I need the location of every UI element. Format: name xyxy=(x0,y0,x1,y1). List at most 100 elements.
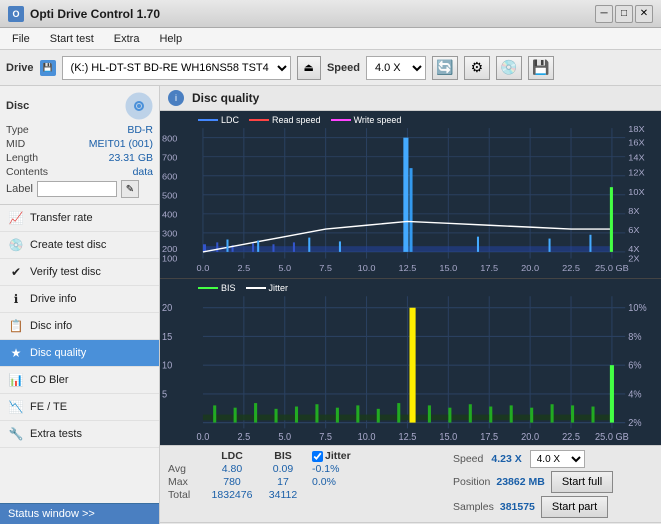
ldc-avg: 4.80 xyxy=(206,463,258,475)
save-button[interactable]: 💾 xyxy=(528,56,554,80)
svg-text:8X: 8X xyxy=(628,206,639,216)
svg-text:2.5: 2.5 xyxy=(237,431,250,443)
avg-label: Avg xyxy=(168,463,206,475)
sidebar-label-fe-te: FE / TE xyxy=(30,401,67,413)
disc-button[interactable]: 💿 xyxy=(496,56,522,80)
svg-text:5.0: 5.0 xyxy=(278,263,291,273)
type-label: Type xyxy=(6,124,29,136)
sidebar-item-cd-bler[interactable]: 📊 CD Bler xyxy=(0,367,159,394)
svg-text:20: 20 xyxy=(162,302,173,314)
verify-test-disc-icon: ✔ xyxy=(8,264,24,280)
stats-panel: LDC BIS Jitter Avg 4.80 0.09 -0.1% xyxy=(160,445,661,522)
sidebar-item-disc-quality[interactable]: ★ Disc quality xyxy=(0,340,159,367)
contents-value: data xyxy=(133,166,153,178)
svg-text:5.0: 5.0 xyxy=(278,431,291,443)
transfer-rate-icon: 📈 xyxy=(8,210,24,226)
sidebar-item-create-test-disc[interactable]: 💿 Create test disc xyxy=(0,232,159,259)
chart-title: Disc quality xyxy=(192,91,259,105)
bis-header: BIS xyxy=(258,450,308,462)
svg-text:2.5: 2.5 xyxy=(237,263,250,273)
jitter-header: Jitter xyxy=(325,450,351,462)
toolbar: Drive 💾 (K:) HL-DT-ST BD-RE WH16NS58 TST… xyxy=(0,50,661,86)
svg-text:20.0: 20.0 xyxy=(521,263,539,273)
sidebar-label-create-test-disc: Create test disc xyxy=(30,239,106,251)
start-part-button[interactable]: Start part xyxy=(541,496,608,518)
samples-value: 381575 xyxy=(500,501,535,513)
sidebar-label-transfer-rate: Transfer rate xyxy=(30,212,93,224)
jitter-max: 0.0% xyxy=(308,476,388,488)
sidebar-item-drive-info[interactable]: ℹ Drive info xyxy=(0,286,159,313)
svg-text:100: 100 xyxy=(162,254,177,264)
jitter-checkbox-container: Jitter xyxy=(308,450,388,462)
sidebar-label-cd-bler: CD Bler xyxy=(30,374,69,386)
ldc-header: LDC xyxy=(206,450,258,462)
sidebar-item-extra-tests[interactable]: 🔧 Extra tests xyxy=(0,421,159,448)
speed-label: Speed xyxy=(327,62,360,74)
main-area: Disc Type BD-R MID MEIT01 (001) Length 2… xyxy=(0,86,661,524)
status-window-btn[interactable]: Status window >> xyxy=(0,503,159,524)
svg-text:12X: 12X xyxy=(628,168,644,178)
charts-container: LDC Read speed Write speed xyxy=(160,111,661,445)
svg-text:15: 15 xyxy=(162,331,173,343)
sidebar-item-fe-te[interactable]: 📉 FE / TE xyxy=(0,394,159,421)
sidebar-label-disc-info: Disc info xyxy=(30,320,72,332)
svg-text:15.0: 15.0 xyxy=(439,431,457,443)
drive-selector[interactable]: (K:) HL-DT-ST BD-RE WH16NS58 TST4 xyxy=(62,56,291,80)
svg-text:800: 800 xyxy=(162,134,177,144)
sidebar-item-verify-test-disc[interactable]: ✔ Verify test disc xyxy=(0,259,159,286)
svg-text:2%: 2% xyxy=(628,417,642,429)
speed-selector[interactable]: 4.0 X xyxy=(366,56,426,80)
svg-text:7.5: 7.5 xyxy=(319,263,332,273)
sidebar-item-disc-info[interactable]: 📋 Disc info xyxy=(0,313,159,340)
svg-text:12.5: 12.5 xyxy=(398,263,416,273)
settings-button[interactable]: ⚙ xyxy=(464,56,490,80)
start-full-button[interactable]: Start full xyxy=(551,471,613,493)
menu-file[interactable]: File xyxy=(4,31,38,47)
speed-value: 4.23 X xyxy=(491,453,521,465)
svg-text:6%: 6% xyxy=(628,360,642,372)
top-chart-legend: LDC Read speed Write speed xyxy=(198,115,401,125)
sidebar-label-disc-quality: Disc quality xyxy=(30,347,86,359)
legend-ldc: LDC xyxy=(198,115,239,125)
create-test-disc-icon: 💿 xyxy=(8,237,24,253)
minimize-button[interactable]: ─ xyxy=(595,5,613,23)
svg-text:0.0: 0.0 xyxy=(197,263,210,273)
label-edit-button[interactable]: ✎ xyxy=(121,180,139,198)
jitter-checkbox[interactable] xyxy=(312,451,323,462)
samples-label: Samples xyxy=(453,501,494,513)
menu-start-test[interactable]: Start test xyxy=(42,31,102,47)
status-window-label: Status window >> xyxy=(8,508,95,520)
sidebar: Disc Type BD-R MID MEIT01 (001) Length 2… xyxy=(0,86,160,524)
menu-extra[interactable]: Extra xyxy=(106,31,148,47)
disc-section-title: Disc xyxy=(6,100,29,112)
bottom-chart: BIS Jitter xyxy=(160,278,661,446)
drive-icon: 💾 xyxy=(40,60,56,76)
svg-text:4X: 4X xyxy=(628,244,639,254)
length-value: 23.31 GB xyxy=(109,152,153,164)
bis-max: 17 xyxy=(258,476,308,488)
sidebar-item-transfer-rate[interactable]: 📈 Transfer rate xyxy=(0,205,159,232)
svg-text:10X: 10X xyxy=(628,187,644,197)
disc-icon xyxy=(125,92,153,120)
disc-quality-icon: ★ xyxy=(8,345,24,361)
menu-help[interactable]: Help xyxy=(151,31,190,47)
refresh-button[interactable]: 🔄 xyxy=(432,56,458,80)
mid-value: MEIT01 (001) xyxy=(89,138,153,150)
svg-text:10%: 10% xyxy=(628,302,647,314)
label-label: Label xyxy=(6,183,33,195)
label-input[interactable] xyxy=(37,181,117,197)
content-area: i Disc quality LDC Read speed xyxy=(160,86,661,524)
close-button[interactable]: ✕ xyxy=(635,5,653,23)
ldc-total: 1832476 xyxy=(206,489,258,501)
eject-button[interactable]: ⏏ xyxy=(297,56,321,80)
maximize-button[interactable]: □ xyxy=(615,5,633,23)
svg-text:7.5: 7.5 xyxy=(319,431,332,443)
svg-text:700: 700 xyxy=(162,153,177,163)
speed-selector-chart[interactable]: 4.0 X xyxy=(530,450,585,468)
svg-text:25.0 GB: 25.0 GB xyxy=(595,263,629,273)
svg-text:15.0: 15.0 xyxy=(439,263,457,273)
svg-text:4%: 4% xyxy=(628,388,642,400)
legend-bis: BIS xyxy=(198,283,236,293)
svg-text:10.0: 10.0 xyxy=(358,431,376,443)
svg-text:8%: 8% xyxy=(628,331,642,343)
